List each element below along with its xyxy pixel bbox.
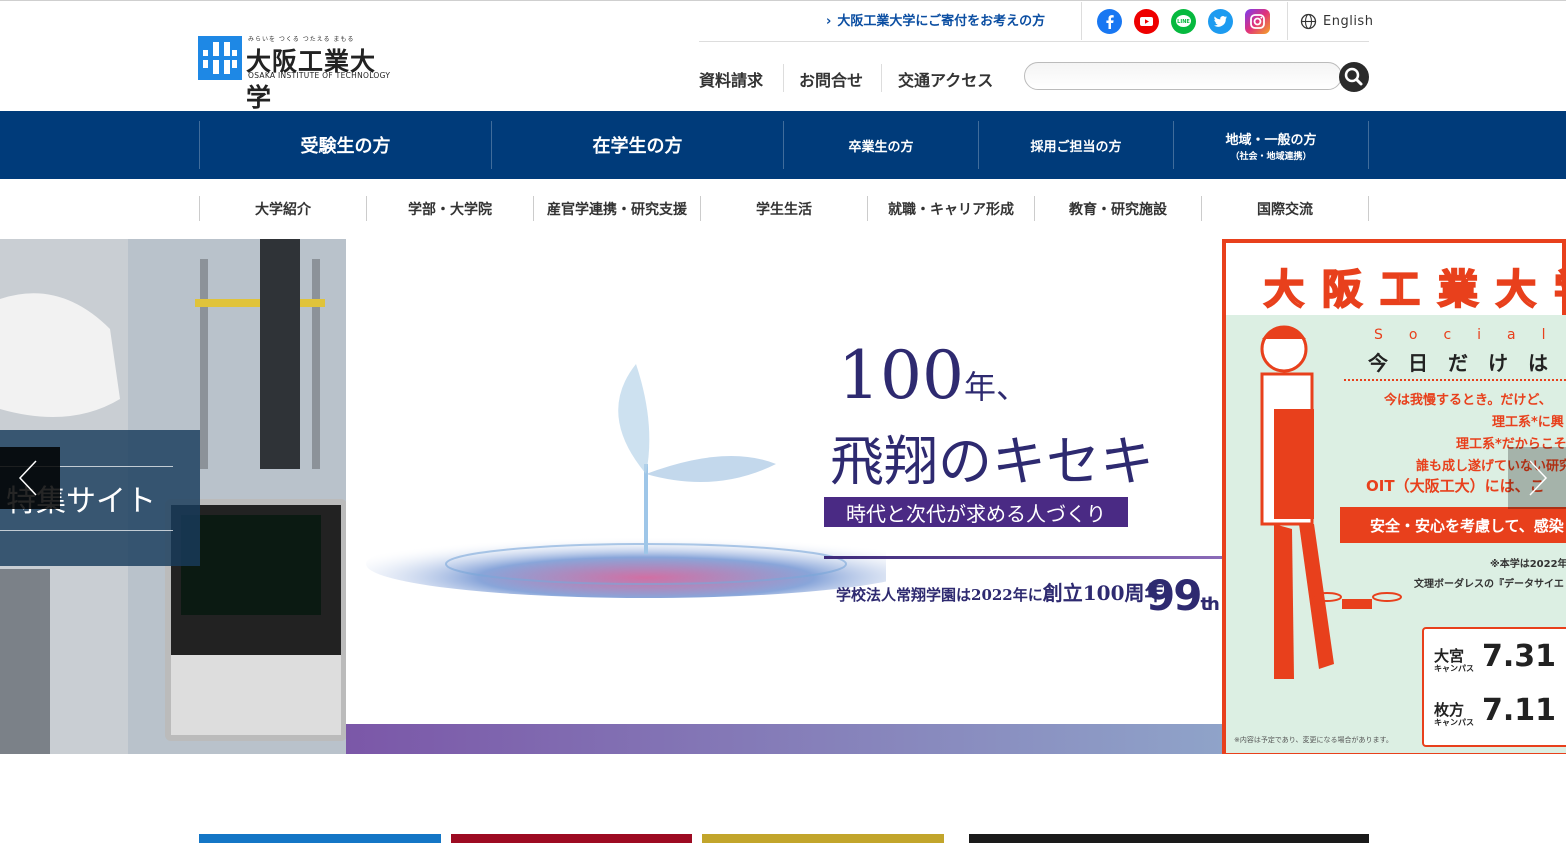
search-icon: [1344, 67, 1363, 86]
nav-label: 受験生の方: [300, 136, 391, 157]
nav-label: 採用ご担当の方: [1030, 139, 1122, 155]
schedule-card: 大宮 キャンパス 7.31 枚方 キャンパス 7.11: [1422, 627, 1566, 747]
divider: [783, 64, 784, 92]
founding-text: 学校法人常翔学園は2022年に創立100周年: [836, 577, 1165, 606]
youtube-icon[interactable]: [1134, 9, 1159, 34]
search-button[interactable]: [1339, 62, 1369, 92]
nav-prospective-students[interactable]: 受験生の方: [199, 121, 491, 169]
primary-nav: 受験生の方 在学生の方 卒業生の方 採用ご担当の方 地域・一般の方 （社会・地域連…: [0, 111, 1566, 179]
divider: [0, 530, 173, 531]
device-screen: [181, 515, 321, 615]
twitter-icon[interactable]: [1208, 9, 1233, 34]
carousel-prev-button[interactable]: [0, 447, 60, 509]
nav-community[interactable]: 地域・一般の方 （社会・地域連携）: [1173, 121, 1369, 169]
campus-2-sub: キャンパス: [1434, 718, 1474, 727]
hero-tagline: 時代と次代が求める人づくり: [824, 497, 1128, 527]
logo-english: OSAKA INSTITUTE OF TECHNOLOGY: [248, 71, 391, 80]
carousel-next-button[interactable]: [1508, 447, 1566, 509]
feature-card-dark[interactable]: [969, 834, 1369, 843]
donate-link[interactable]: › 大阪工業大学にご寄付をお考えの方: [826, 10, 1045, 29]
hero-carousel: 特集サイト 100年、 飛翔のキセキ 時代と次代が求める人づくり 学校法人常翔学…: [0, 239, 1566, 754]
nav-recruiters[interactable]: 採用ご担当の方: [978, 121, 1173, 169]
water-butterfly-image: [366, 364, 886, 598]
divider: [699, 41, 1369, 42]
top-border: [0, 0, 1566, 1]
search-input[interactable]: [1024, 62, 1342, 90]
today-heading: 今日だけは: [1368, 351, 1566, 375]
request-materials-link[interactable]: 資料請求: [699, 67, 763, 91]
slide-note-2: 文理ボーダレスの『データサイエ: [1414, 579, 1564, 590]
nav-career[interactable]: 就職・キャリア形成: [867, 196, 1034, 221]
language-switch[interactable]: English: [1323, 14, 1373, 29]
dotted-arrow: [1344, 379, 1566, 382]
heading-suffix: 年、: [963, 368, 1028, 406]
nav-research[interactable]: 産官学連携・研究支援: [533, 196, 700, 221]
divider: [824, 556, 1222, 559]
slide-footnote: ※内容は予定であり、変更になる場合があります。: [1234, 736, 1393, 744]
slide-line-1: 今は我慢するとき。だけど、: [1384, 393, 1552, 408]
nav-faculties[interactable]: 学部・大学院: [366, 196, 533, 221]
slide-bottom-bar: [346, 724, 1222, 754]
chevron-left-icon: [18, 460, 37, 496]
nav-sublabel: （社会・地域連携）: [1230, 151, 1312, 162]
nav-alumni[interactable]: 卒業生の方: [783, 121, 978, 169]
facebook-icon[interactable]: [1097, 9, 1122, 34]
svg-text:LINE: LINE: [1177, 19, 1190, 25]
nav-label: 地域・一般の方: [1225, 132, 1317, 148]
slide-note-1: ※本学は2022年: [1490, 559, 1566, 570]
feature-card-red[interactable]: [451, 834, 692, 843]
access-link[interactable]: 交通アクセス: [898, 67, 993, 91]
slide-line-2: 理工系*に興: [1492, 415, 1564, 430]
hero-heading-100-years: 100年、: [838, 337, 1028, 414]
slide-100th-anniversary[interactable]: 100年、 飛翔のキセキ 時代と次代が求める人づくり 学校法人常翔学園は2022…: [346, 239, 1222, 754]
hero-heading-kiseki: 飛翔のキセキ: [830, 430, 1154, 493]
anniversary-suffix: th: [1200, 594, 1219, 615]
heading-number: 100: [838, 337, 964, 414]
social-word: Social: [1374, 327, 1566, 343]
campus-2-date: 7.11: [1482, 693, 1557, 728]
founding-text-pre: 学校法人常翔学園は2022年に: [836, 586, 1043, 604]
nav-about[interactable]: 大学紹介: [199, 196, 366, 221]
nav-international[interactable]: 国際交流: [1201, 196, 1369, 221]
nav-current-students[interactable]: 在学生の方: [491, 121, 783, 169]
feature-card-blue[interactable]: [199, 834, 441, 843]
drone-icon: [1312, 592, 1402, 609]
campus-1-sub: キャンパス: [1434, 664, 1474, 673]
campus-1-date: 7.31: [1482, 639, 1557, 674]
safety-band: 安全・安心を考慮して、感染: [1340, 507, 1566, 543]
university-logo[interactable]: みらいを つくる つたえる まもる 大阪工業大学 OSAKA INSTITUTE…: [198, 34, 398, 112]
nav-student-life[interactable]: 学生生活: [700, 196, 867, 221]
device-keys: [171, 655, 341, 735]
divider: [881, 64, 882, 92]
anniversary-number: 99: [1146, 571, 1202, 620]
anniversary-badge: 99th: [1146, 571, 1220, 620]
nav-label: 在学生の方: [592, 136, 683, 157]
oit-logo-icon: [198, 36, 242, 80]
person-illustration: [1260, 325, 1334, 679]
line-icon[interactable]: LINE: [1171, 9, 1196, 34]
instagram-icon[interactable]: [1245, 9, 1270, 34]
divider: [1081, 2, 1082, 40]
divider: [1287, 2, 1288, 40]
feature-card-gold[interactable]: [702, 834, 944, 843]
nav-label: 卒業生の方: [848, 139, 914, 155]
nav-facilities[interactable]: 教育・研究施設: [1034, 196, 1201, 221]
globe-icon: [1300, 13, 1317, 30]
contact-link[interactable]: お問合せ: [799, 67, 863, 91]
chevron-right-icon: [1529, 460, 1548, 496]
donate-link-label: 大阪工業大学にご寄付をお考えの方: [837, 14, 1046, 29]
chevron-right-icon: ›: [826, 14, 832, 29]
